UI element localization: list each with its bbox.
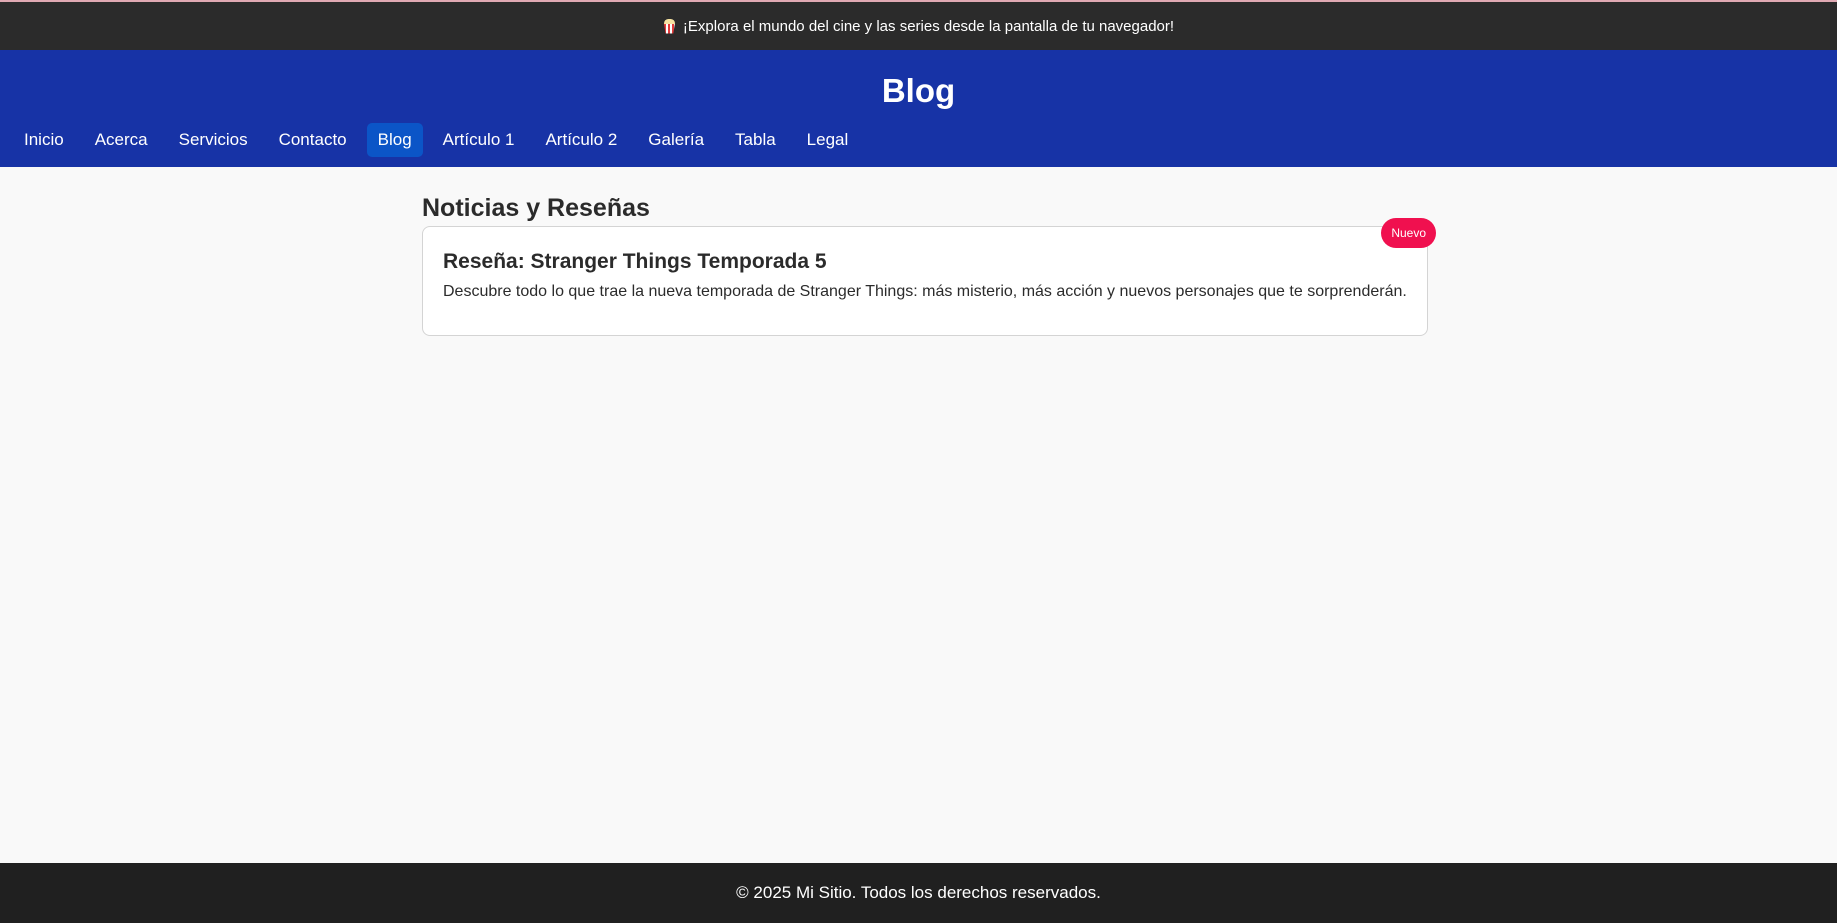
nav-item-legal[interactable]: Legal [796,123,860,157]
nav-item-galeria[interactable]: Galería [637,123,715,157]
site-header: Blog Inicio Acerca Servicios Contacto Bl… [0,50,1837,167]
nav-item-blog[interactable]: Blog [366,123,423,157]
nav-item-contacto[interactable]: Contacto [268,123,358,157]
footer-text: © 2025 Mi Sitio. Todos los derechos rese… [736,883,1101,902]
announcement-bar: ¡Explora el mundo del cine y las series … [0,0,1837,50]
post-excerpt: Descubre todo lo que trae la nueva tempo… [443,283,1407,300]
nav-item-articulo-1[interactable]: Artículo 1 [432,123,526,157]
nav-item-articulo-2[interactable]: Artículo 2 [534,123,628,157]
new-badge: Nuevo [1381,218,1436,248]
nav-item-servicios[interactable]: Servicios [168,123,259,157]
main-nav: Inicio Acerca Servicios Contacto Blog Ar… [13,123,859,157]
nav-item-tabla[interactable]: Tabla [724,123,787,157]
post-title[interactable]: Reseña: Stranger Things Temporada 5 [443,250,1407,274]
page-title: Blog [881,72,956,109]
popcorn-icon [663,18,676,34]
site-footer: © 2025 Mi Sitio. Todos los derechos rese… [0,863,1837,923]
main-content: Noticias y Reseñas Nuevo Reseña: Strange… [422,192,1436,336]
section-title: Noticias y Reseñas [422,194,650,222]
nav-item-acerca[interactable]: Acerca [84,123,159,157]
post-card[interactable]: Nuevo Reseña: Stranger Things Temporada … [422,218,1436,336]
announcement-text: ¡Explora el mundo del cine y las series … [682,17,1175,35]
nav-item-inicio[interactable]: Inicio [13,123,75,157]
